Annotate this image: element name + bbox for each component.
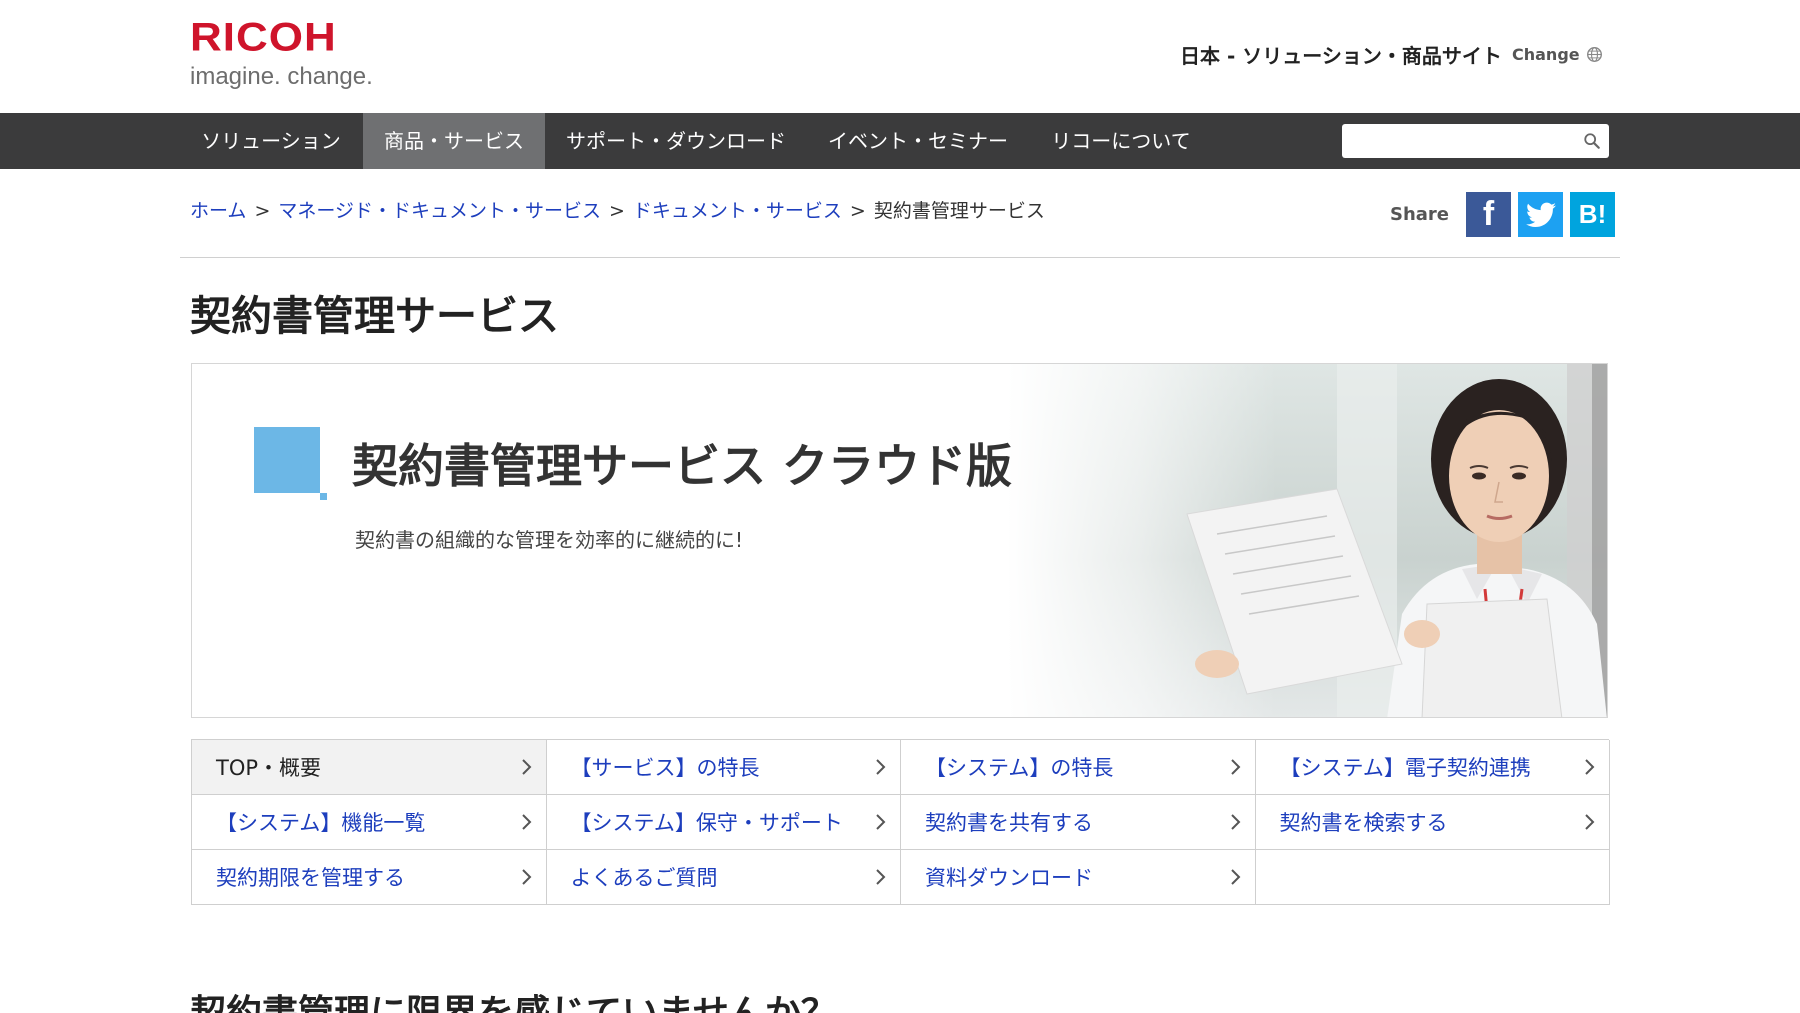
hero-accent-dot <box>320 493 327 500</box>
site-name: 日本 - ソリューション・商品サイト <box>1180 44 1502 68</box>
subnav-item-faq[interactable]: よくあるご質問 <box>546 850 901 905</box>
subnav-item-label: 契約書を検索する <box>1279 811 1448 835</box>
subnav-item-service-features[interactable]: 【サービス】の特長 <box>546 740 901 795</box>
subnav-item-label: 契約期限を管理する <box>216 866 405 890</box>
globe-icon <box>1586 47 1602 62</box>
facebook-icon: f <box>1482 195 1495 233</box>
logo-wordmark: RICOH <box>190 15 337 60</box>
hatena-bookmark-button[interactable]: B! <box>1570 192 1616 237</box>
breadcrumb-managed-document[interactable]: マネージド・ドキュメント・サービス <box>278 200 601 222</box>
subnav-item-function-list[interactable]: 【システム】機能一覧 <box>192 795 547 850</box>
breadcrumb-separator: > <box>608 200 625 222</box>
nav-item-products[interactable]: 商品・サービス <box>363 113 545 169</box>
hatena-icon: B! <box>1578 199 1607 229</box>
subnav-item-label: 【システム】機能一覧 <box>216 811 426 835</box>
divider <box>180 257 1620 258</box>
subnav-item-top[interactable]: TOP・概要 <box>192 740 547 795</box>
chevron-right-icon <box>1585 759 1595 775</box>
subnav-item-label: 資料ダウンロード <box>925 866 1093 890</box>
chevron-right-icon <box>521 869 531 885</box>
breadcrumb-current: 契約書管理サービス <box>873 200 1045 222</box>
twitter-share-button[interactable] <box>1518 192 1564 237</box>
hero-title: 契約書管理サービス クラウド版 <box>352 439 1013 493</box>
hero-banner: 契約書管理サービス クラウド版 契約書の組織的な管理を効率的に継続的に! <box>191 363 1608 718</box>
nav-item-solutions[interactable]: ソリューション <box>180 113 362 169</box>
facebook-share-button[interactable]: f <box>1466 192 1512 237</box>
search-input[interactable] <box>1342 124 1609 158</box>
chevron-right-icon <box>876 814 886 830</box>
share-label: Share <box>1390 204 1450 225</box>
chevron-right-icon <box>1230 869 1240 885</box>
subnav-item-maintenance[interactable]: 【システム】保守・サポート <box>546 795 901 850</box>
subnav-item-label: 【システム】保守・サポート <box>570 811 843 835</box>
subnav-item-system-features[interactable]: 【システム】の特長 <box>901 740 1256 795</box>
chevron-right-icon <box>876 759 886 775</box>
nav-item-support[interactable]: サポート・ダウンロード <box>545 113 807 169</box>
subnav-item-label: よくあるご質問 <box>570 866 718 890</box>
sub-navigation: TOP・概要 【サービス】の特長 【システム】の特長 【システム】電子契約連携 … <box>191 739 1610 905</box>
section-heading: 契約書管理に限界を感じていませんか？ <box>190 984 837 1013</box>
subnav-item-label: TOP・概要 <box>216 756 322 780</box>
subnav-item-e-contract[interactable]: 【システム】電子契約連携 <box>1255 740 1610 795</box>
subnav-item-search-contracts[interactable]: 契約書を検索する <box>1255 795 1610 850</box>
hero-subtitle: 契約書の組織的な管理を効率的に継続的に! <box>355 528 744 552</box>
subnav-item-label: 【システム】の特長 <box>925 756 1114 780</box>
main-nav: ソリューション 商品・サービス サポート・ダウンロード イベント・セミナー リコ… <box>0 113 1800 169</box>
chevron-right-icon <box>521 759 531 775</box>
woman-holding-documents-image <box>1186 364 1607 717</box>
chevron-right-icon <box>1230 814 1240 830</box>
hero-accent-square <box>254 427 320 493</box>
share-bar: Share f B! <box>1390 192 1616 237</box>
subnav-item-label: 契約書を共有する <box>925 811 1093 835</box>
subnav-item-manage-deadlines[interactable]: 契約期限を管理する <box>192 850 547 905</box>
chevron-right-icon <box>1230 759 1240 775</box>
breadcrumb-separator: > <box>254 200 271 222</box>
chevron-right-icon <box>876 869 886 885</box>
subnav-item-label: 【サービス】の特長 <box>570 756 760 780</box>
breadcrumb: ホーム > マネージド・ドキュメント・サービス > ドキュメント・サービス > 契約書管理サ… <box>190 196 1045 223</box>
breadcrumb-home[interactable]: ホーム <box>190 200 246 222</box>
ricoh-logo[interactable]: RICOH imagine. change. <box>190 18 400 93</box>
page-title: 契約書管理サービス <box>190 292 559 340</box>
nav-item-about[interactable]: リコーについて <box>1030 113 1212 169</box>
twitter-bird-icon <box>1525 202 1556 227</box>
chevron-right-icon <box>1585 814 1595 830</box>
nav-item-events[interactable]: イベント・セミナー <box>808 113 1028 169</box>
subnav-item-share-contracts[interactable]: 契約書を共有する <box>901 795 1256 850</box>
search-icon[interactable] <box>1583 132 1601 150</box>
breadcrumb-separator: > <box>849 200 866 222</box>
subnav-item-download[interactable]: 資料ダウンロード <box>901 850 1256 905</box>
subnav-item-label: 【システム】電子契約連携 <box>1279 756 1531 780</box>
change-region-link[interactable]: Change <box>1512 45 1603 64</box>
subnav-empty-cell <box>1255 850 1610 905</box>
logo-tagline: imagine. change. <box>190 63 373 90</box>
breadcrumb-document-service[interactable]: ドキュメント・サービス <box>633 200 842 222</box>
change-label: Change <box>1512 45 1580 64</box>
chevron-right-icon <box>521 814 531 830</box>
